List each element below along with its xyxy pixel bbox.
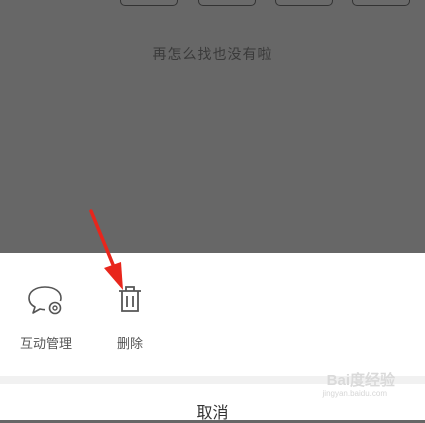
comment-settings-icon — [26, 279, 66, 319]
filter-button — [198, 0, 256, 6]
trash-icon — [110, 279, 150, 319]
interaction-management-button[interactable]: 互动管理 — [14, 279, 78, 352]
action-label: 互动管理 — [19, 336, 72, 351]
action-label: 删除 — [116, 336, 143, 351]
delete-button[interactable]: 删除 — [110, 279, 150, 352]
filter-button — [275, 0, 333, 6]
dimmed-overlay[interactable]: 再怎么找也没有啦 — [0, 0, 425, 253]
filter-button — [352, 0, 410, 6]
watermark-url: jingyan.baidu.com — [322, 389, 387, 398]
baidu-jingyan-watermark: Bai度经验 — [326, 372, 395, 389]
empty-state-message: 再怎么找也没有啦 — [152, 46, 273, 62]
filter-button — [120, 0, 178, 6]
cancel-label: 取消 — [196, 405, 229, 422]
